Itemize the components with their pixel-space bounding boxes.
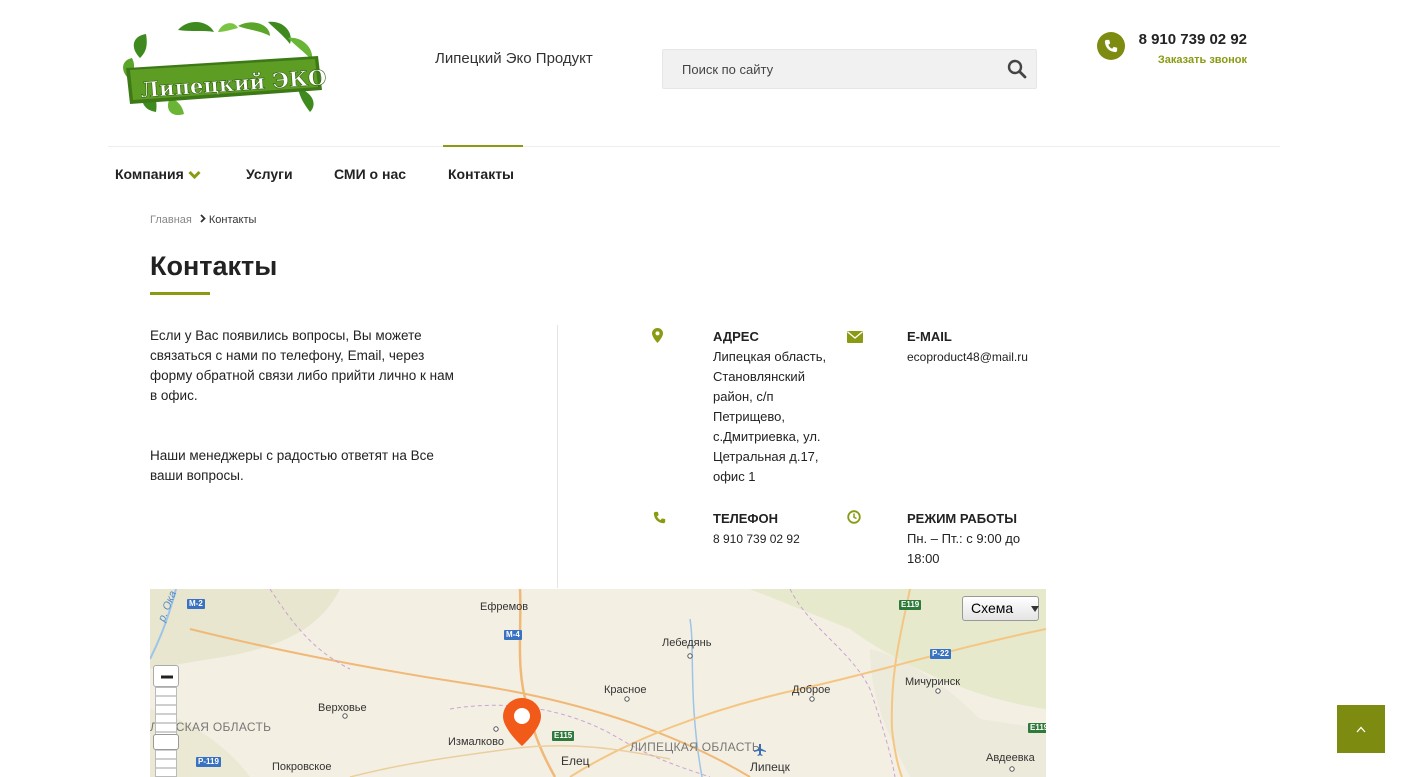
map-region-label: ЛИПЕЦКАЯ ОБЛАСТЬ (630, 740, 761, 754)
map-place-label: Верховье (318, 702, 367, 714)
title-underline (150, 292, 210, 295)
map-road-label: P-119 (196, 757, 221, 767)
map-place-label: Красное (604, 684, 647, 696)
address-value: Липецкая область, Становлянский район, с… (713, 349, 827, 484)
map-road-label: E119 (1028, 723, 1046, 733)
map-road-label: P-22 (930, 649, 951, 659)
map-place-label: Мичуринск (905, 676, 961, 688)
column-divider (557, 325, 558, 588)
nav-item-company[interactable]: Компания (115, 166, 201, 183)
nav-item-media[interactable]: СМИ о нас (334, 166, 406, 182)
map-place-label: Елец (561, 754, 590, 768)
nav-active-indicator (443, 145, 523, 147)
address-heading: АДРЕС (713, 329, 759, 344)
map-place-label: Доброе (792, 684, 831, 696)
map-road-label: E115 (552, 731, 575, 741)
site-name: Липецкий Эко Продукт (435, 50, 593, 67)
phone-heading: ТЕЛЕФОН (713, 511, 778, 526)
site-logo[interactable]: Липецкий ЭКО продукт (118, 18, 434, 118)
email-heading: E-MAIL (907, 329, 952, 344)
clock-icon (847, 510, 861, 529)
map-place-label: Ефремов (480, 601, 529, 613)
header-divider (108, 146, 1280, 147)
intro-paragraph: Наши менеджеры с радостью ответят на Все… (150, 448, 434, 483)
search-icon[interactable] (1006, 58, 1028, 80)
nav-item-contacts[interactable]: Контакты (448, 166, 514, 182)
zoom-out-button[interactable] (153, 665, 179, 687)
page-title: Контакты (150, 251, 278, 281)
search-box (662, 49, 1037, 89)
map-marker-icon (652, 328, 663, 348)
zoom-slider-handle[interactable] (153, 734, 179, 750)
map-place-label: Липецк (750, 760, 790, 774)
phone-icon (653, 511, 666, 529)
map-place-label: Покровское (272, 761, 332, 773)
zoom-slider[interactable] (155, 687, 177, 777)
intro-text: Если у Вас появились вопросы, Вы можете … (150, 326, 460, 486)
request-callback-link[interactable]: Заказать звонок (1100, 54, 1247, 66)
map-road-label: M-4 (504, 630, 522, 640)
envelope-icon (847, 330, 863, 348)
map-road-label: M-2 (187, 599, 205, 609)
map-type-dropdown[interactable]: Схема (962, 596, 1039, 621)
hours-value: Пн. – Пт.: с 9:00 до 18:00 (907, 531, 1021, 566)
chevron-up-icon (1356, 720, 1366, 738)
map-place-label: Авдеевка (986, 752, 1035, 764)
phone-value[interactable]: 8 910 739 02 92 (713, 529, 800, 549)
breadcrumb-home-link[interactable]: Главная (150, 214, 192, 226)
nav-item-services[interactable]: Услуги (246, 166, 293, 182)
hours-heading: РЕЖИМ РАБОТЫ (907, 511, 1017, 526)
header-phone-number[interactable]: 8 910 739 02 92 (1100, 31, 1247, 48)
breadcrumb: Главная Контакты (150, 214, 256, 226)
map-road-label: E119 (899, 600, 922, 610)
chevron-down-icon (188, 167, 201, 183)
intro-paragraph: Если у Вас появились вопросы, Вы можете … (150, 328, 454, 403)
breadcrumb-current: Контакты (208, 214, 257, 226)
search-input[interactable] (663, 50, 993, 88)
nav-item-label: Компания (115, 166, 184, 182)
map-place-label: Лебедянь (662, 637, 712, 649)
chevron-right-icon (200, 214, 206, 226)
map-type-label: Схема (971, 600, 1014, 616)
scroll-to-top-button[interactable] (1337, 705, 1385, 753)
map[interactable]: Ефремов Лебедянь Мичуринск Верховье Крас… (150, 589, 1046, 777)
map-place-label: Измалково (448, 736, 504, 748)
email-link[interactable]: ecoproduct48@mail.ru (907, 347, 1028, 367)
